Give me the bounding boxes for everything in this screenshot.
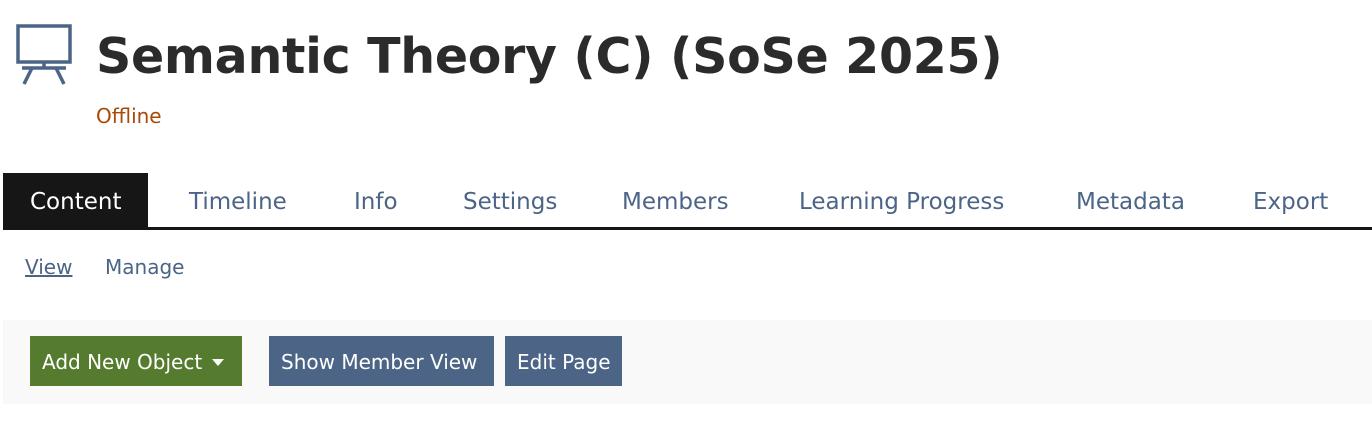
subtab-manage[interactable]: Manage — [105, 254, 184, 280]
toolbar: Add New Object Show Member View Edit Pag… — [3, 320, 1372, 404]
tab-timeline[interactable]: Timeline — [189, 173, 287, 227]
tab-export[interactable]: Export — [1253, 173, 1328, 227]
edit-page-button[interactable]: Edit Page — [505, 336, 622, 386]
tab-settings[interactable]: Settings — [463, 173, 557, 227]
blackboard-easel-icon — [14, 22, 74, 86]
main-tabs: Content Timeline Info Settings Members L… — [3, 173, 1372, 230]
tab-members[interactable]: Members — [622, 173, 729, 227]
caret-down-icon — [212, 359, 225, 366]
subtab-view[interactable]: View — [25, 254, 72, 280]
page-title: Semantic Theory (C) (SoSe 2025) — [96, 28, 1003, 85]
add-new-object-label: Add New Object — [42, 350, 203, 374]
tab-learning-progress[interactable]: Learning Progress — [799, 173, 1004, 227]
page-header: Semantic Theory (C) (SoSe 2025) Offline — [0, 0, 1372, 160]
tab-content[interactable]: Content — [3, 173, 149, 227]
tab-info[interactable]: Info — [354, 173, 398, 227]
show-member-view-button[interactable]: Show Member View — [269, 336, 494, 386]
tab-metadata[interactable]: Metadata — [1076, 173, 1185, 227]
add-new-object-button[interactable]: Add New Object — [30, 336, 242, 386]
status-offline: Offline — [96, 104, 162, 128]
